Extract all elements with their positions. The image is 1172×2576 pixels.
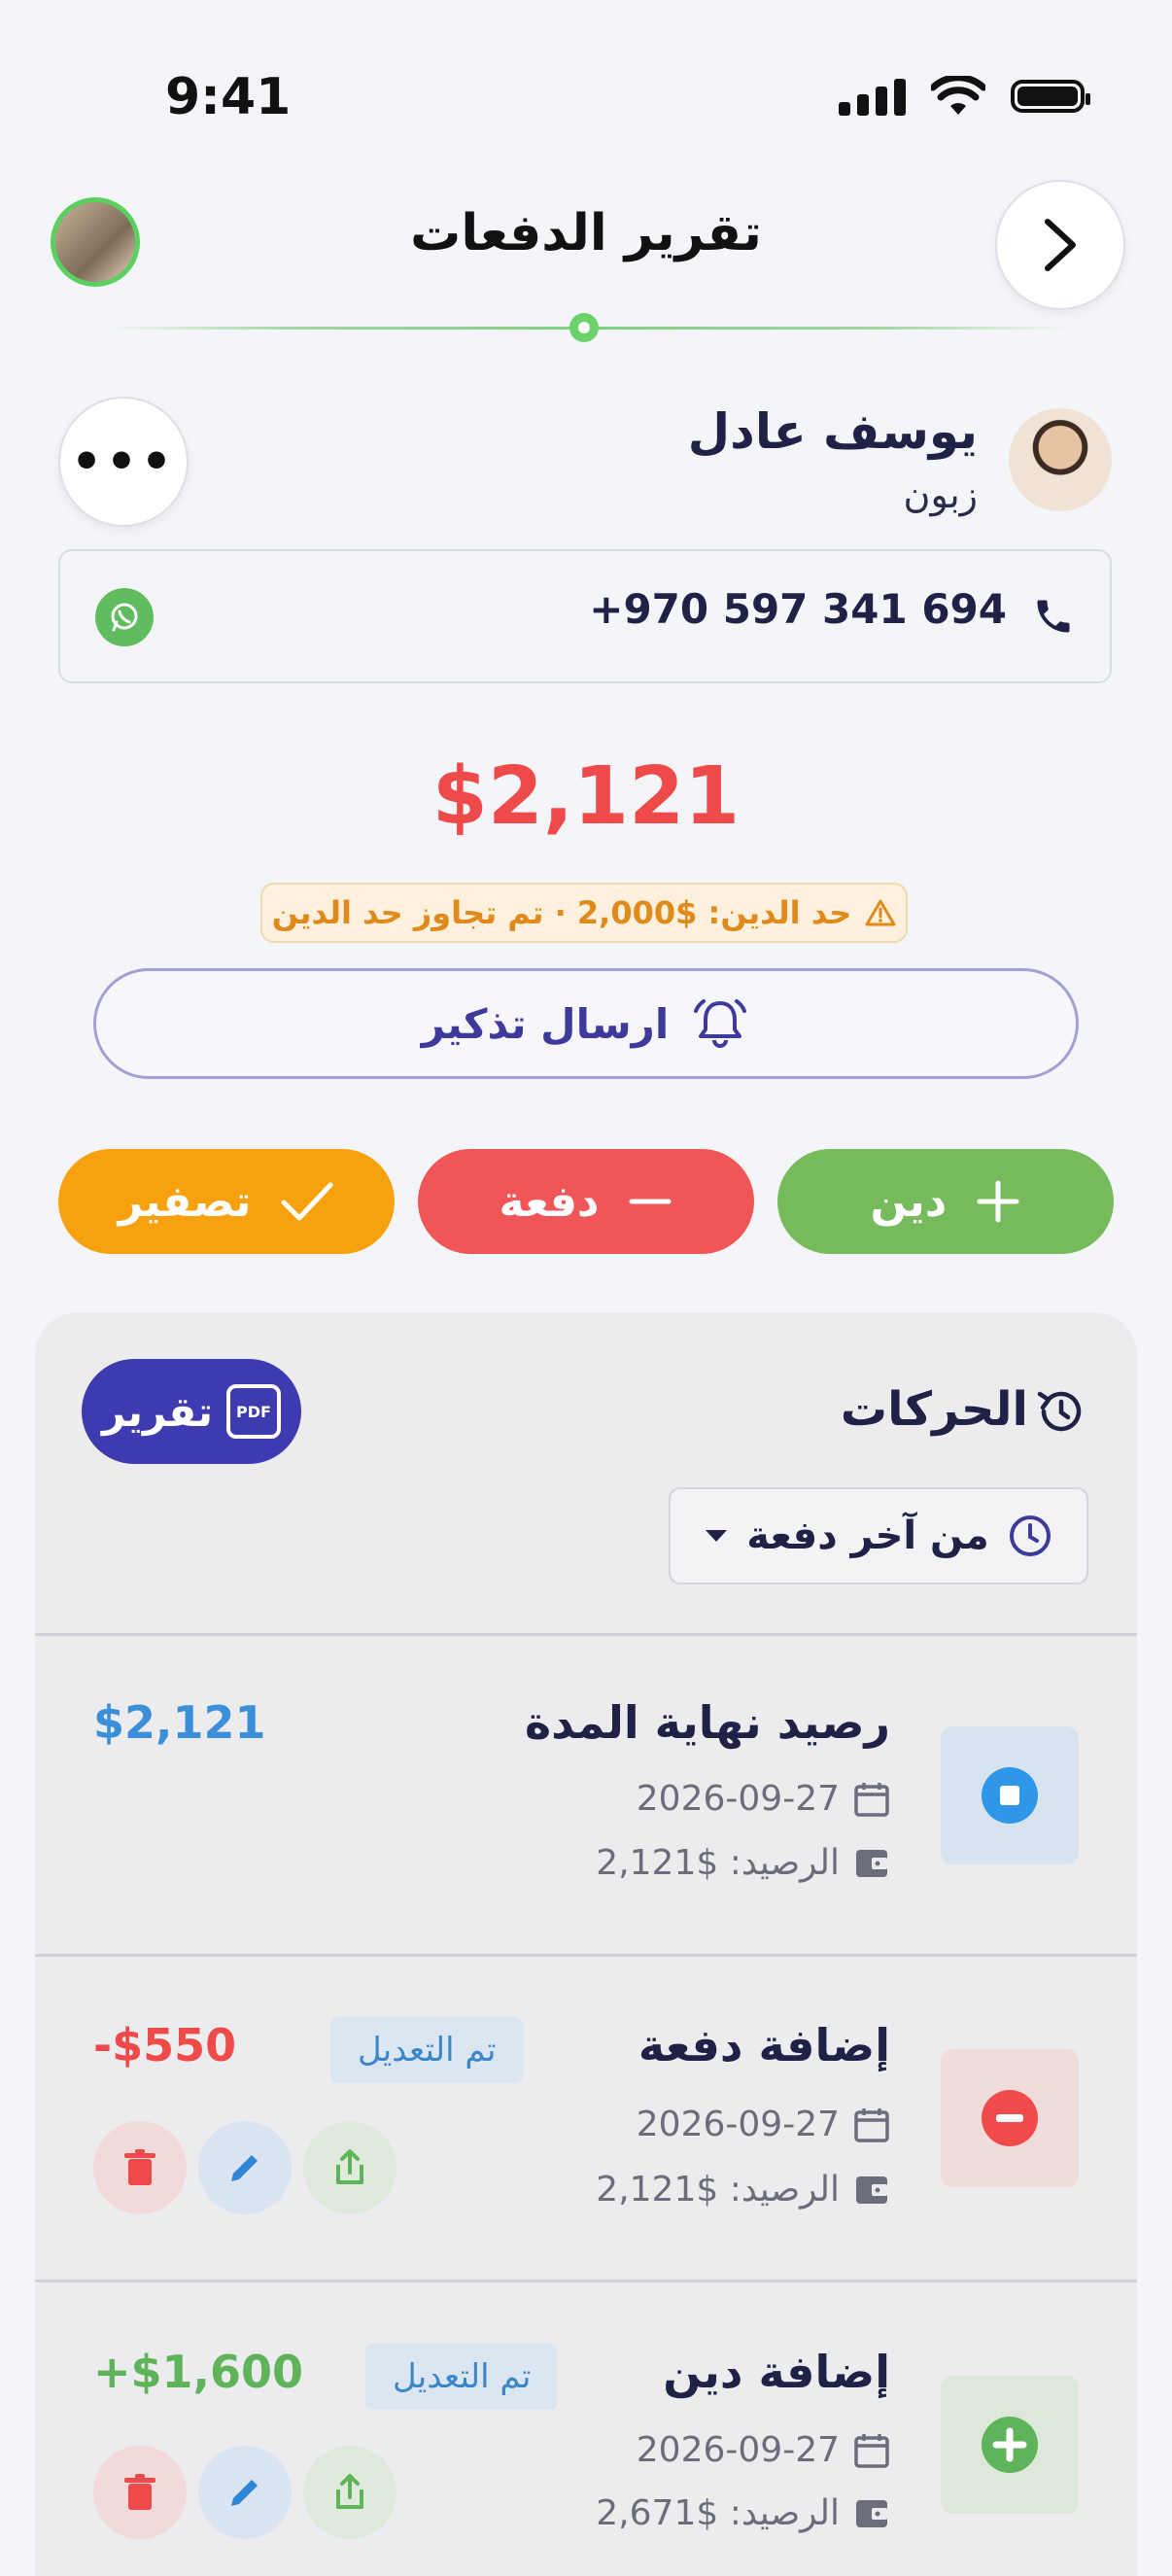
list-item-balance-text: الرصيد: $2,121 [596, 1843, 840, 1883]
customer-role: زبون [903, 473, 978, 516]
list-item-date: 2026-09-27 [637, 2430, 890, 2470]
list-item-title: إضافة دفعة [638, 2019, 890, 2071]
clock-icon [1009, 1515, 1051, 1556]
period-filter-value: من آخر دفعة [746, 1514, 989, 1558]
payment-icon-box [941, 2049, 1079, 2187]
status-icons [839, 76, 1090, 117]
closing-balance-icon-box [941, 1726, 1079, 1864]
trash-icon [124, 2474, 155, 2510]
list-item-amount: +$1,600 [93, 2346, 304, 2398]
cellular-signal-icon [839, 77, 906, 116]
pdf-icon: PDF [226, 1384, 282, 1439]
send-reminder-label: ارسال تذكير [421, 999, 670, 1048]
edited-badge: تم التعديل [365, 2344, 559, 2410]
list-item-date: 2026-09-27 [637, 2105, 890, 2144]
stop-circle-icon [982, 1767, 1038, 1824]
caret-down-icon [706, 1530, 728, 1542]
calendar-icon [854, 1782, 889, 1817]
zero-balance-label: تصفير [118, 1176, 252, 1227]
history-icon [1037, 1391, 1082, 1432]
calendar-icon [854, 2107, 889, 2142]
customer-phone[interactable]: +970 597 341 694 [589, 585, 1007, 633]
list-item-balance: الرصيد: $2,121 [596, 1843, 890, 1883]
whatsapp-icon[interactable] [95, 588, 154, 646]
pdf-report-button[interactable]: PDF تقرير [82, 1359, 301, 1464]
share-icon [336, 2149, 363, 2184]
transactions-title: الحركات [840, 1382, 1028, 1437]
more-options-button[interactable]: ••• [58, 397, 189, 527]
warning-icon [865, 899, 896, 926]
add-payment-label: دفعة [499, 1176, 600, 1227]
list-item-date: 2026-09-27 [637, 1779, 890, 1819]
back-button[interactable] [995, 180, 1125, 310]
list-item-balance-text: الرصيد: $2,121 [596, 2170, 840, 2210]
plus-icon [977, 1180, 1019, 1223]
customer-name: يوسف عادل [687, 403, 978, 460]
list-item-amount: -$550 [93, 2019, 237, 2071]
share-button[interactable] [303, 2446, 396, 2539]
list-item-title: إضافة دين [663, 2346, 890, 2398]
period-filter-dropdown[interactable]: من آخر دفعة [669, 1487, 1088, 1584]
list-item-date-text: 2026-09-27 [636, 2105, 840, 2144]
trash-icon [124, 2149, 155, 2185]
list-item-balance: الرصيد: $2,121 [596, 2170, 890, 2210]
zero-balance-button[interactable]: تصفير [58, 1149, 395, 1254]
status-time: 9:41 [165, 68, 292, 126]
minus-circle-icon [982, 2090, 1038, 2146]
bell-icon [694, 999, 747, 1048]
list-item-date-text: 2026-09-27 [636, 1779, 840, 1819]
list-item-balance: الرصيد: $2,671 [596, 2493, 890, 2533]
pencil-icon [231, 2155, 258, 2181]
phone-icon[interactable] [1032, 595, 1075, 638]
add-debt-label: دين [870, 1176, 948, 1227]
check-icon [281, 1182, 333, 1221]
edit-button[interactable] [198, 2121, 292, 2214]
pdf-report-label: تقرير [101, 1387, 214, 1436]
plus-circle-icon [982, 2417, 1038, 2473]
add-debt-button[interactable]: دين [777, 1149, 1114, 1254]
list-item-balance-text: الرصيد: $2,671 [596, 2493, 840, 2533]
minus-icon [629, 1199, 672, 1204]
wifi-icon [931, 76, 985, 115]
wallet-icon [856, 1849, 887, 1877]
chevron-right-icon [1045, 219, 1076, 271]
debt-icon-box [941, 2376, 1079, 2514]
debt-limit-warning: حد الدين: $2,000 · تم تجاوز حد الدين [260, 883, 908, 943]
wallet-icon [856, 2499, 887, 2527]
list-item-title: رصيد نهاية المدة [525, 1696, 890, 1749]
delete-button[interactable] [93, 2446, 187, 2539]
add-payment-button[interactable]: دفعة [418, 1149, 754, 1254]
more-icon: ••• [71, 434, 176, 490]
total-balance: $2,121 [431, 750, 741, 843]
share-button[interactable] [303, 2121, 396, 2214]
debt-limit-text: حد الدين: $2,000 · تم تجاوز حد الدين [271, 894, 852, 931]
share-icon [336, 2474, 363, 2509]
edit-button[interactable] [198, 2446, 292, 2539]
customer-avatar [1009, 408, 1112, 511]
delete-button[interactable] [93, 2121, 187, 2214]
pencil-icon [231, 2480, 258, 2506]
battery-icon [1011, 80, 1090, 113]
edited-badge: تم التعديل [330, 2017, 524, 2083]
list-item-date-text: 2026-09-27 [636, 2430, 840, 2470]
whatsapp-glyph-icon [111, 603, 138, 632]
header-indicator-dot [569, 313, 599, 342]
list-item-amount: $2,121 [93, 1696, 266, 1749]
send-reminder-button[interactable]: ارسال تذكير [93, 968, 1079, 1079]
calendar-icon [854, 2433, 889, 2468]
wallet-icon [856, 2176, 887, 2204]
